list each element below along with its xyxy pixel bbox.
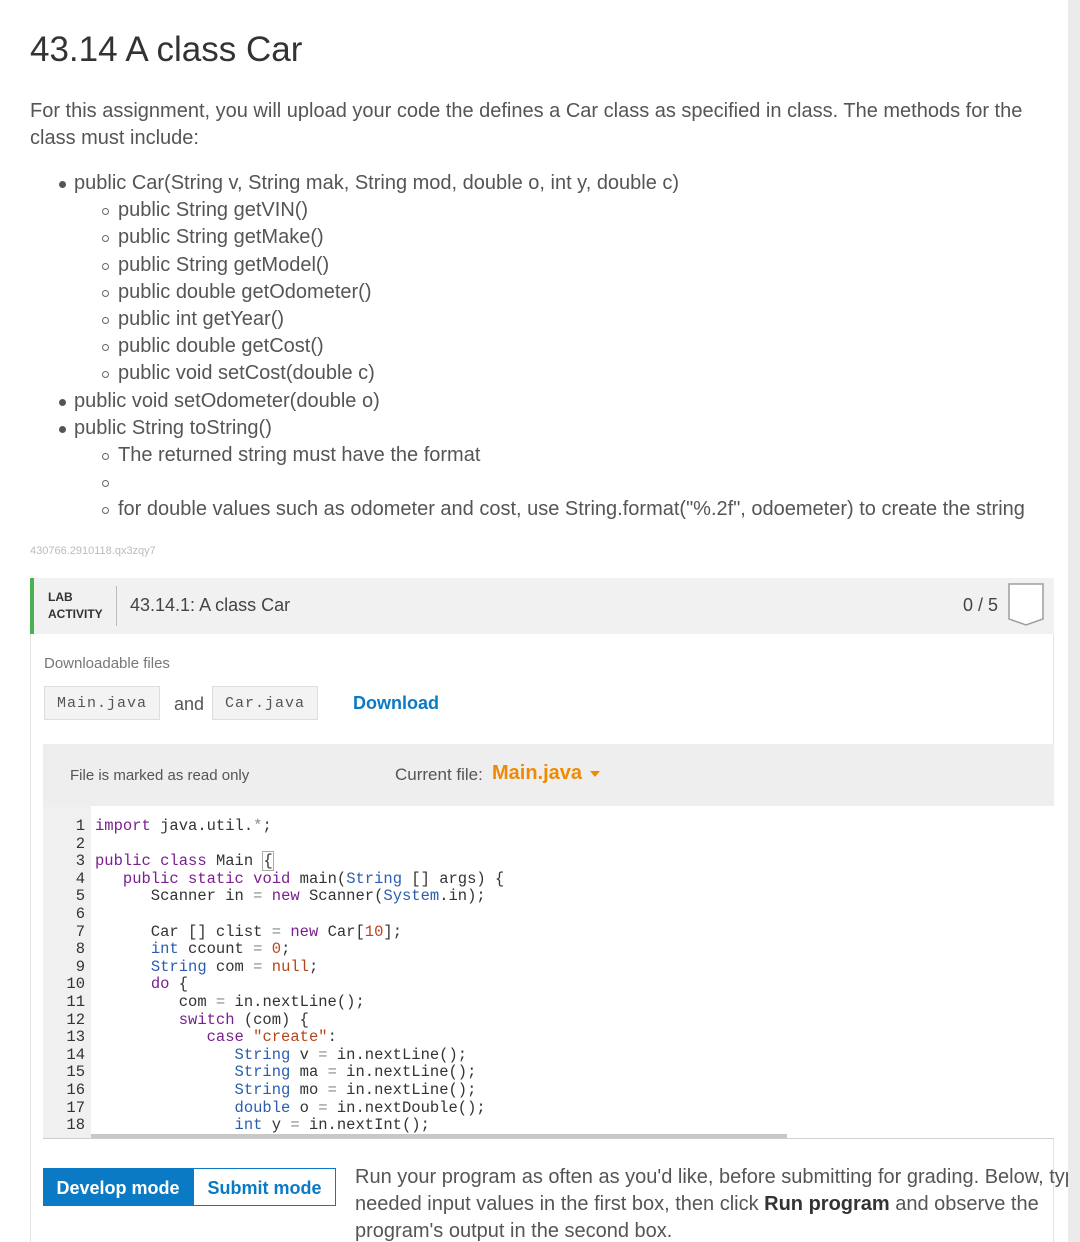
file-chip-main-java: Main.java [44,686,161,720]
line-number: 4 [75,869,85,888]
method-item: The returned string must have the format [30,442,1025,469]
method-item: public String toString() [30,415,1025,442]
line-number: 18 [66,1116,85,1135]
code-editor[interactable]: 1 2 3 4 5 6 7 8 9 10 11 12 13 14 15 16 17 18 import java.… [43,806,1054,1139]
method-item: public String getModel() [30,252,1025,279]
method-item: public double getCost() [30,333,1025,360]
line-number: 12 [66,1010,85,1029]
download-button[interactable]: Download [353,693,439,714]
code-line: int y = in.nextInt(); [234,1116,430,1135]
line-number: 17 [66,1098,85,1117]
code-line: Scanner in = new Scanner(System.in); [95,887,486,906]
lab-title: 43.14.1: A class Car [130,595,291,615]
line-number: 1 [75,817,85,835]
lab-header-divider [116,586,117,626]
method-item-empty [30,469,1025,496]
method-item: public Car(String v, String mak, String … [30,170,1025,197]
lab-score: 0 / 5 [962,595,998,615]
code-line: public static void main(String [] args) … [122,869,505,888]
code-line: public class Main { [95,851,274,872]
code-line: double o = in.nextDouble(); [234,1098,486,1117]
line-number-gutter: 1 2 3 4 5 6 7 8 9 10 11 12 13 14 15 16 17 18 [43,806,91,1138]
current-file-name: Main.java [492,762,583,784]
read-only-notice: File is marked as read only [70,767,250,784]
file-chip-car-java: Car.java [212,686,319,720]
method-item: public void setOdometer(double o) [30,388,1025,415]
code-line: case "create": [206,1028,337,1047]
code-content: import java.util.*; public class Main { … [95,817,505,1135]
submit-mode-button[interactable]: Submit mode [193,1168,336,1206]
code-line: com = in.nextLine(); [95,992,365,1011]
line-number: 2 [75,834,85,853]
lab-body: Downloadable files Main.java and Car.jav… [30,634,1068,1242]
run-instructions: Run your program as often as you'd like,… [355,1164,1068,1242]
assignment-intro: For this assignment, you will upload you… [30,100,1023,149]
current-file-dropdown[interactable]: Main.java [492,762,601,785]
content-page: 43.14 A class Car For this assignment, y… [0,0,1068,1242]
line-number: 6 [75,904,85,923]
line-number: 11 [66,992,85,1011]
method-item: public String getVIN() [30,197,1025,224]
method-item: public String getMake() [30,224,1025,251]
current-file-label: Current file: [395,765,483,784]
method-list: public Car(String v, String mak, String … [30,170,1025,524]
caret-down-icon [590,770,601,777]
and-text: and [174,694,205,714]
method-item: public double getOdometer() [30,279,1025,306]
code-line: String com = null; [150,957,319,976]
lab-tag-line2: ACTIVITY [48,607,103,621]
line-number: 3 [75,852,85,871]
editor-toolbar: File is marked as read only Current file… [43,744,1054,806]
develop-mode-button[interactable]: Develop mode [43,1168,193,1206]
line-number: 10 [66,975,85,994]
line-number: 9 [75,957,85,976]
code-line: switch (com) { [178,1010,309,1029]
line-number: 8 [75,940,85,959]
line-number: 7 [75,922,85,941]
line-number: 5 [75,887,85,906]
method-item: public void setCost(double c) [30,360,1025,387]
code-line: Car [] clist = new Car[10]; [95,922,402,941]
section-title: 43.14 A class Car [30,30,303,69]
code-line: import java.util.*; [95,817,272,835]
line-number: 13 [66,1028,85,1047]
code-line: do { [150,975,189,994]
line-number: 14 [66,1045,85,1064]
horizontal-scrollbar[interactable] [91,1134,787,1138]
downloadable-files-label: Downloadable files [44,655,170,672]
lab-activity-tag: LAB ACTIVITY [48,589,103,623]
line-number: 15 [66,1063,85,1082]
line-number: 16 [66,1080,85,1099]
lab-activity-header: LAB ACTIVITY 43.14.1: A class Car 0 / 5 [30,578,1054,634]
code-line: String mo = in.nextLine(); [234,1080,477,1099]
code-line: String ma = in.nextLine(); [234,1063,477,1082]
lab-tag-line1: LAB [48,590,73,604]
content-item-id: 430766.2910118.qx3zqy7 [30,545,156,557]
line-numbers: 1 2 3 4 5 6 7 8 9 10 11 12 13 14 15 16 17 18 [66,817,85,1135]
run-text-bold: Run program [764,1193,890,1215]
code-line: int ccount = 0; [150,940,291,959]
completion-shield-icon [1008,583,1044,632]
method-item: for double values such as odometer and c… [30,496,1025,523]
method-item: public int getYear() [30,306,1025,333]
code-line: String v = in.nextLine(); [234,1045,468,1064]
